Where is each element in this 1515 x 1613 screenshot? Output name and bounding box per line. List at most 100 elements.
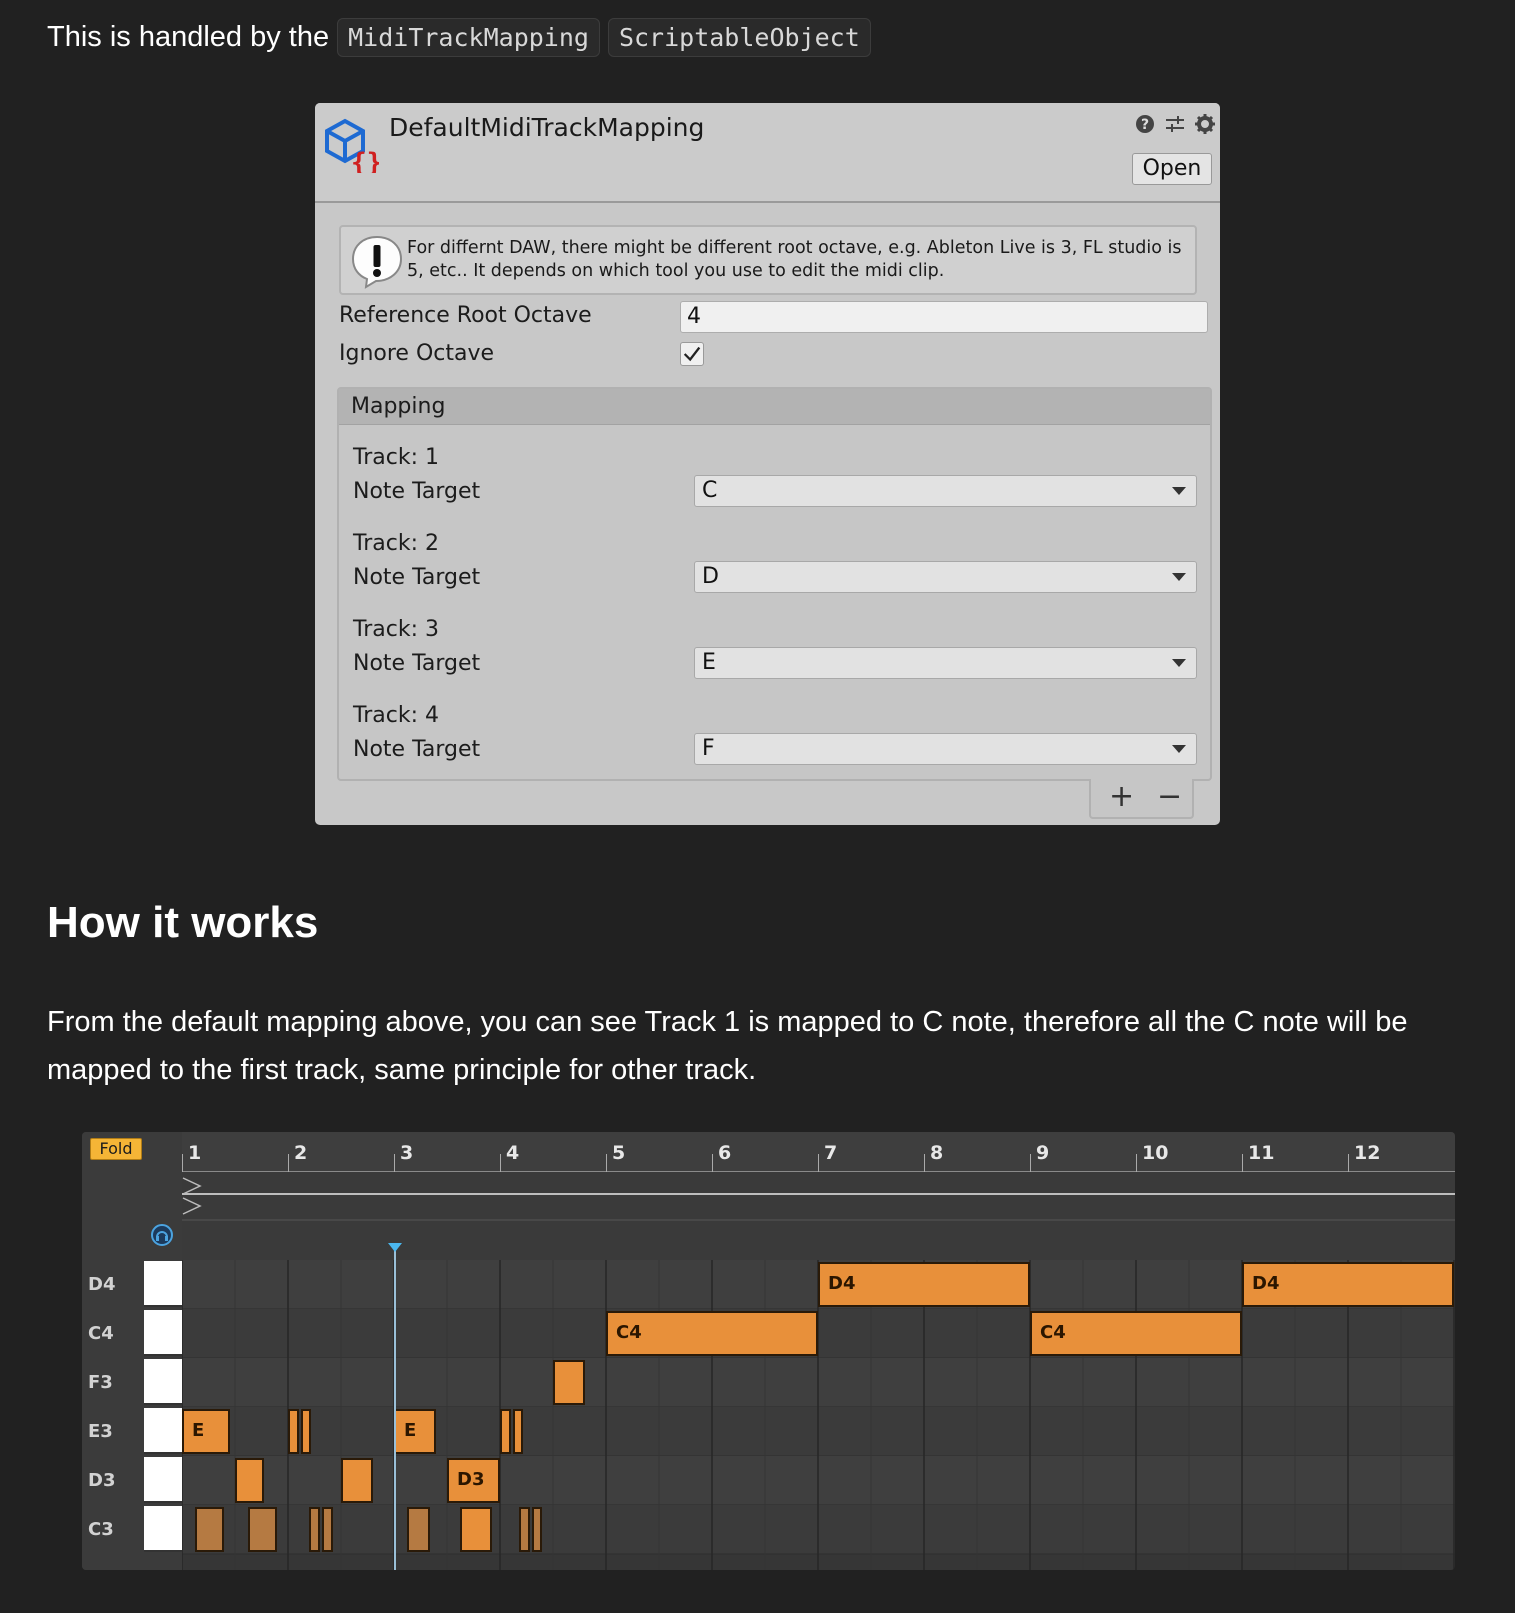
warning-icon xyxy=(351,235,403,289)
open-button[interactable]: Open xyxy=(1132,153,1212,185)
piano-key[interactable] xyxy=(144,1310,182,1356)
preset-sliders-icon[interactable] xyxy=(1164,113,1186,135)
bar-tick xyxy=(1030,1154,1031,1172)
code-scriptableobject: ScriptableObject xyxy=(607,18,871,57)
bar-tick xyxy=(712,1154,713,1172)
piano-roll: Fold 1 2 3 4 5 6 7 8 9 10 11 12 D4 D4 C4 C4 E E D3 D4 C4 F3… xyxy=(82,1132,1455,1570)
bar-number: 10 xyxy=(1142,1142,1169,1164)
midi-note[interactable] xyxy=(512,1409,524,1454)
midi-note[interactable] xyxy=(519,1507,530,1552)
help-box: For differnt DAW, there might be differe… xyxy=(339,225,1197,295)
section-paragraph: From the default mapping above, you can … xyxy=(47,1006,1408,1086)
piano-key[interactable] xyxy=(144,1261,182,1307)
bar-tick xyxy=(606,1154,607,1172)
bar-number: 11 xyxy=(1248,1142,1275,1164)
inspector-header: {} DefaultMidiTrackMapping ? xyxy=(315,103,1220,203)
gear-icon[interactable] xyxy=(1194,113,1216,135)
note-target-label: Note Target xyxy=(353,479,481,504)
bar-tick xyxy=(924,1154,925,1172)
bar-number: 12 xyxy=(1354,1142,1381,1164)
midi-note[interactable]: C4 xyxy=(1030,1311,1242,1356)
note-target-value: E xyxy=(702,650,716,675)
midi-note[interactable]: D4 xyxy=(818,1262,1030,1307)
row-note-label: C4 xyxy=(88,1323,114,1344)
svg-text:?: ? xyxy=(1141,117,1149,133)
bar-tick xyxy=(500,1154,501,1172)
loop-markers xyxy=(182,1177,1455,1221)
midi-note[interactable] xyxy=(235,1458,264,1503)
note-target-value: F xyxy=(702,736,715,761)
row-note-label: E3 xyxy=(88,1421,113,1442)
dropdown-arrow-icon xyxy=(1172,659,1186,667)
row-note-label: C3 xyxy=(88,1519,114,1540)
playhead xyxy=(394,1250,396,1570)
midi-note[interactable]: D4 xyxy=(1242,1262,1454,1307)
track-label: Track: 4 xyxy=(353,703,439,728)
midi-note[interactable] xyxy=(553,1360,585,1405)
midi-note[interactable]: C4 xyxy=(606,1311,818,1356)
dropdown-arrow-icon xyxy=(1172,487,1186,495)
help-icon[interactable]: ? xyxy=(1134,113,1156,135)
note-target-label: Note Target xyxy=(353,737,481,762)
midi-note[interactable] xyxy=(309,1507,320,1552)
code-miditrackmapping: MidiTrackMapping xyxy=(337,18,600,57)
reference-root-octave-field[interactable]: 4 xyxy=(680,301,1208,333)
bar-ruler[interactable]: 1 2 3 4 5 6 7 8 9 10 11 12 xyxy=(182,1132,1455,1172)
bar-number: 9 xyxy=(1036,1142,1050,1164)
bar-number: 5 xyxy=(612,1142,626,1164)
inspector-title: DefaultMidiTrackMapping xyxy=(389,113,705,142)
preview-headphones-icon[interactable] xyxy=(150,1223,174,1247)
bar-tick xyxy=(818,1154,819,1172)
midi-note[interactable] xyxy=(288,1409,299,1454)
bar-tick xyxy=(288,1154,289,1172)
midi-note[interactable]: D3 xyxy=(447,1458,500,1503)
bar-tick xyxy=(1242,1154,1243,1172)
midi-note[interactable] xyxy=(194,1507,225,1552)
dropdown-arrow-icon xyxy=(1172,573,1186,581)
track-label: Track: 1 xyxy=(353,445,439,470)
playhead-marker-icon[interactable] xyxy=(388,1243,402,1252)
row-note-label: F3 xyxy=(88,1372,113,1393)
note-target-value: C xyxy=(702,478,718,503)
intro-line: This is handled by the MidiTrackMapping … xyxy=(47,18,871,57)
inspector-window: {} DefaultMidiTrackMapping ? xyxy=(315,103,1220,825)
remove-element-button[interactable]: − xyxy=(1157,779,1182,815)
midi-note[interactable] xyxy=(341,1458,373,1503)
note-target-dropdown[interactable]: D xyxy=(694,561,1197,593)
note-grid[interactable]: D4 D4 C4 C4 E E D3 xyxy=(181,1260,1455,1570)
midi-note[interactable] xyxy=(321,1507,333,1552)
midi-note[interactable]: E xyxy=(182,1409,230,1454)
piano-key[interactable] xyxy=(144,1457,182,1503)
ignore-octave-checkbox[interactable] xyxy=(680,342,704,366)
add-element-button[interactable]: + xyxy=(1109,779,1134,815)
midi-note[interactable] xyxy=(247,1507,278,1552)
ignore-octave-label: Ignore Octave xyxy=(339,341,495,366)
note-target-dropdown[interactable]: E xyxy=(694,647,1197,679)
piano-key[interactable] xyxy=(144,1359,182,1405)
midi-note[interactable]: E xyxy=(394,1409,437,1454)
loop-lanes xyxy=(182,1172,1455,1260)
svg-text:{}: {} xyxy=(351,148,379,173)
mapping-header[interactable]: Mapping xyxy=(339,389,1210,425)
header-icons: ? xyxy=(1134,113,1216,135)
midi-note[interactable] xyxy=(531,1507,543,1552)
midi-note[interactable] xyxy=(500,1409,511,1454)
midi-note[interactable] xyxy=(406,1507,431,1552)
bar-tick xyxy=(394,1154,395,1172)
piano-key[interactable] xyxy=(144,1408,182,1454)
bar-number: 4 xyxy=(506,1142,520,1164)
note-target-value: D xyxy=(702,564,719,589)
scriptable-object-icon: {} xyxy=(325,118,379,173)
bar-tick xyxy=(182,1154,183,1172)
note-target-dropdown[interactable]: C xyxy=(694,475,1197,507)
list-footer: + − xyxy=(1089,779,1194,819)
fold-button[interactable]: Fold xyxy=(90,1138,142,1160)
midi-note[interactable] xyxy=(459,1507,492,1552)
help-text: For differnt DAW, there might be differe… xyxy=(407,238,1182,281)
piano-key[interactable] xyxy=(144,1506,182,1552)
midi-note[interactable] xyxy=(300,1409,312,1454)
reference-root-octave-label: Reference Root Octave xyxy=(339,303,592,328)
bar-number: 7 xyxy=(824,1142,838,1164)
note-target-label: Note Target xyxy=(353,651,481,676)
note-target-dropdown[interactable]: F xyxy=(694,733,1197,765)
